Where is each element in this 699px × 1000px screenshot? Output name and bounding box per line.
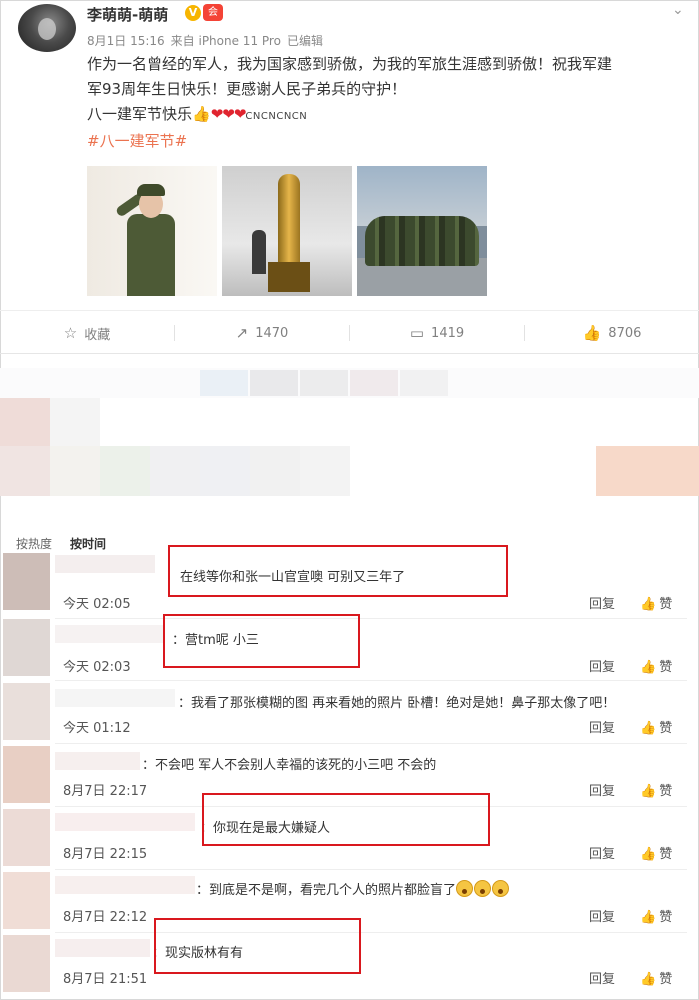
comment-like-label: 赞 [659, 721, 673, 736]
post-line-3: 八一建军节快乐👍❤❤❤CNCNCNCN [87, 102, 687, 129]
reply-button[interactable]: 回复 [589, 843, 615, 862]
comment-button[interactable]: ▭ 1419 [350, 311, 524, 355]
comment-text: ：不会吧 军人不会别人幸福的该死的小三吧 不会的 [142, 758, 437, 773]
reply-button[interactable]: 回复 [589, 968, 615, 987]
post-action-bar: ☆ 收藏 ↗ 1470 ▭ 1419 👍 8706 [0, 310, 699, 354]
favorite-label: 收藏 [84, 327, 111, 343]
heart-emoji-icon: ❤❤❤ [210, 105, 247, 123]
post-line-3-suffix: CNCNCNCN [245, 111, 308, 122]
commenter-avatar[interactable] [3, 553, 50, 610]
comment-sort-tabs: 按热度 按时间 [16, 535, 124, 552]
comment-time: 8月7日 21:51 [63, 972, 148, 987]
commenter-avatar[interactable] [3, 809, 50, 866]
reply-button[interactable]: 回复 [589, 656, 615, 675]
commenter-avatar[interactable] [3, 746, 50, 803]
thumbs-up-icon: 👍 [640, 721, 657, 736]
comment-like-button[interactable]: 👍 赞 [640, 656, 672, 675]
tab-sort-by-time[interactable]: 按时间 [70, 537, 106, 551]
post-line-3-text: 八一建军节快乐 [87, 105, 193, 123]
thumbs-up-icon: 👍 [640, 847, 657, 862]
comment-like-label: 赞 [659, 660, 673, 675]
comment-like-button[interactable]: 👍 赞 [640, 906, 672, 925]
tab-sort-by-hot[interactable]: 按热度 [16, 537, 52, 551]
comment-like-button[interactable]: 👍 赞 [640, 780, 672, 799]
comment-icon: ▭ [409, 324, 425, 342]
comment-text: ：我看了那张模糊的图 再来看她的照片 卧槽！绝对是她！鼻子那太像了吧！ [178, 696, 616, 711]
commenter-avatar[interactable] [3, 683, 50, 740]
comment-like-button[interactable]: 👍 赞 [640, 843, 672, 862]
highlight-box [168, 545, 508, 597]
commenter-name[interactable] [55, 752, 140, 770]
comment-text: ：到底是不是啊，看完几个人的照片都脸盲了 [196, 879, 510, 898]
poster-username[interactable]: 李萌萌-萌萌 [87, 4, 168, 25]
highlight-box [154, 918, 361, 974]
post-line-1: 作为一名曾经的军人，我为国家感到骄傲，为我的军旅生涯感到骄傲！祝我军建 [87, 55, 613, 73]
member-icon: 会 [203, 4, 223, 21]
comment-like-button[interactable]: 👍 赞 [640, 593, 672, 612]
commenter-avatar[interactable] [3, 935, 50, 992]
poster-avatar[interactable] [18, 4, 76, 52]
post-line-2: 军93周年生日快乐！更感谢人民子弟兵的守护！ [87, 80, 407, 98]
comment-time: 8月7日 22:15 [63, 847, 148, 862]
reply-button[interactable]: 回复 [589, 780, 615, 799]
thumbs-up-icon: 👍 [640, 660, 657, 675]
post-edited[interactable]: 已编辑 [287, 34, 323, 48]
post-date[interactable]: 8月1日 15:16 [87, 34, 165, 48]
reply-button[interactable]: 回复 [589, 906, 615, 925]
commenter-name[interactable] [55, 876, 195, 894]
thumbs-up-icon: 👍 [640, 972, 657, 987]
comment-count: 1419 [431, 325, 465, 341]
thumbs-up-icon: 👍 [640, 910, 657, 925]
comment-time: 今天 02:05 [63, 597, 131, 612]
commenter-name[interactable] [55, 625, 165, 643]
comment-text-body: ：到底是不是啊，看完几个人的照片都脸盲了 [196, 883, 457, 898]
comment-like-label: 赞 [659, 910, 673, 925]
commenter-avatar[interactable] [3, 872, 50, 929]
commenter-name[interactable] [55, 555, 155, 573]
share-icon: ↗ [235, 324, 249, 342]
comment-time: 8月7日 22:17 [63, 784, 148, 799]
post-photo-2[interactable] [222, 166, 352, 296]
highlight-box [202, 793, 490, 846]
star-icon: ☆ [63, 324, 78, 342]
highlight-box [163, 614, 360, 668]
share-button[interactable]: ↗ 1470 [175, 311, 349, 355]
dizzy-face-emoji-icon [456, 880, 474, 897]
comment-like-label: 赞 [659, 784, 673, 799]
commenter-avatar[interactable] [3, 619, 50, 676]
like-count: 8706 [608, 325, 642, 341]
like-button[interactable]: 👍 8706 [525, 311, 699, 355]
dizzy-face-emoji-icon [474, 880, 492, 897]
post-photo-1[interactable] [87, 166, 217, 296]
favorite-button[interactable]: ☆ 收藏 [0, 311, 174, 355]
comment-like-button[interactable]: 👍 赞 [640, 717, 672, 736]
comment-time: 今天 01:12 [63, 721, 131, 736]
commenter-name[interactable] [55, 813, 195, 831]
post-source: 来自 iPhone 11 Pro [170, 34, 281, 48]
hashtag-link[interactable]: #八一建军节# [87, 129, 687, 154]
comment-time: 今天 02:03 [63, 660, 131, 675]
comment-like-label: 赞 [659, 972, 673, 987]
commenter-name[interactable] [55, 689, 175, 707]
commenter-name[interactable] [55, 939, 150, 957]
thumbs-up-emoji-icon: 👍 [192, 105, 211, 123]
share-count: 1470 [255, 325, 289, 341]
reply-button[interactable]: 回复 [589, 593, 615, 612]
thumbs-up-icon: 👍 [640, 597, 657, 612]
reply-button[interactable]: 回复 [589, 717, 615, 736]
post-photo-3[interactable] [357, 166, 487, 296]
verified-badge-icon: V [185, 5, 201, 21]
comment-time: 8月7日 22:12 [63, 910, 148, 925]
like-icon: 👍 [582, 324, 602, 342]
chevron-down-icon[interactable]: ⌄ [672, 2, 684, 18]
dizzy-face-emoji-icon [492, 880, 510, 897]
comment-like-button[interactable]: 👍 赞 [640, 968, 672, 987]
thumbs-up-icon: 👍 [640, 784, 657, 799]
post-meta: 8月1日 15:16 来自 iPhone 11 Pro 已编辑 [87, 32, 329, 49]
comment-item: ：我看了那张模糊的图 再来看她的照片 卧槽！绝对是她！鼻子那太像了吧！ 今天 0… [0, 681, 699, 744]
comment-like-label: 赞 [659, 847, 673, 862]
comment-like-label: 赞 [659, 597, 673, 612]
post-content: 作为一名曾经的军人，我为国家感到骄傲，为我的军旅生涯感到骄傲！祝我军建 军93周… [87, 52, 687, 154]
